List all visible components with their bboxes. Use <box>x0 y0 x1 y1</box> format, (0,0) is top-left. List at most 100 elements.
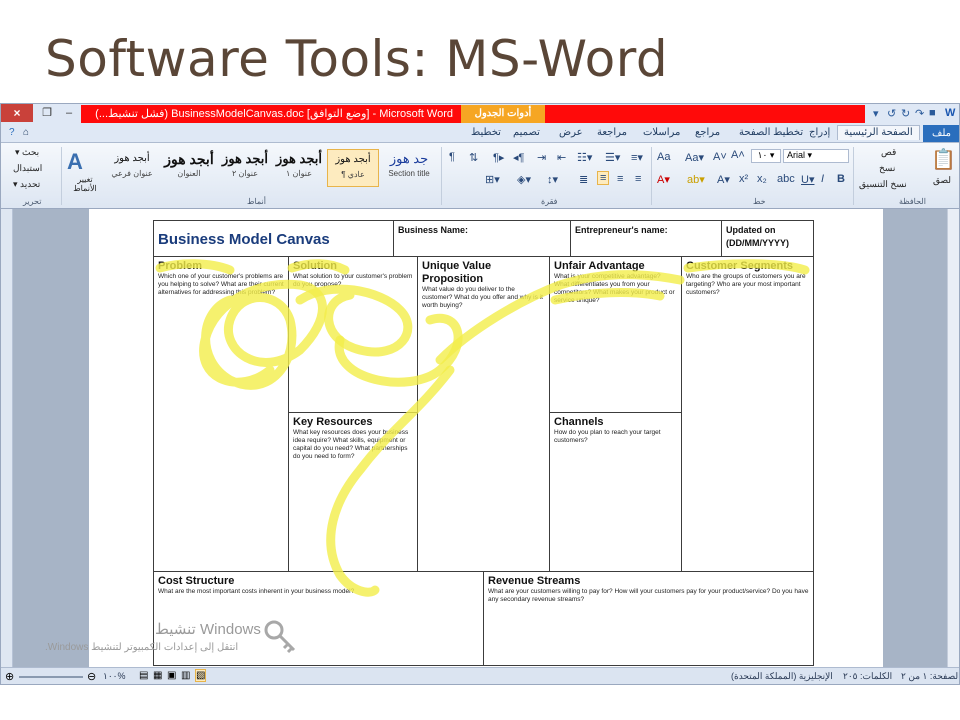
problem-cell[interactable]: Problem Which one of your customer's pro… <box>153 256 289 572</box>
tab-home[interactable]: الصفحة الرئيسية <box>837 125 920 140</box>
zoom-in-icon[interactable]: ⊕ <box>5 670 14 683</box>
tab-layout[interactable]: تخطيط <box>471 127 501 138</box>
outdent-icon[interactable]: ⇤ <box>557 151 566 164</box>
italic-icon[interactable]: I <box>821 173 824 185</box>
print-layout-icon[interactable]: ▧ <box>195 669 207 682</box>
redo-icon[interactable]: ↷ <box>915 107 924 120</box>
style-subtitle-preview: أبجد هوز <box>114 153 150 164</box>
minimize-icon[interactable]: – <box>59 106 79 120</box>
status-words[interactable]: الكلمات: ٢٠٥ <box>843 671 892 682</box>
business-name-cell[interactable]: Business Name: <box>393 220 571 257</box>
channels-cell[interactable]: Channels How do you plan to reach your t… <box>549 412 682 572</box>
customer-segments-cell[interactable]: Customer Segments Who are the groups of … <box>681 256 814 572</box>
select-button[interactable]: تحديد ▾ <box>13 179 40 190</box>
paragraph-group-label: فقرة <box>541 197 558 206</box>
paste-icon[interactable]: 📋 <box>931 147 956 172</box>
zoom-level[interactable]: %١٠٠ <box>103 671 126 682</box>
repeat-icon[interactable]: ↻ <box>901 107 910 120</box>
status-language[interactable]: الإنجليزية (المملكة المتحدة) <box>731 671 833 682</box>
paste-button[interactable]: لصق <box>933 175 951 186</box>
copy-button[interactable]: نسخ <box>879 163 895 174</box>
tab-review[interactable]: مراجعة <box>597 127 627 138</box>
line-spacing-icon[interactable]: ↕▾ <box>547 173 558 186</box>
font-name-select[interactable]: Arial ▾ <box>783 149 849 163</box>
updated-cell[interactable]: Updated on (DD/MM/YYYY) <box>721 220 814 257</box>
tab-references[interactable]: مراجع <box>695 127 720 138</box>
web-layout-icon[interactable]: ▣ <box>167 670 176 681</box>
underline-icon[interactable]: U▾ <box>801 173 814 186</box>
vertical-scrollbar[interactable] <box>947 209 959 667</box>
customize-icon[interactable]: ▾ <box>873 107 879 120</box>
tab-page-layout[interactable]: تخطيط الصفحة <box>739 127 803 138</box>
align-right-icon[interactable]: ≡ <box>597 171 610 185</box>
style-heading-1[interactable]: أبجد هوز عنوان ١ <box>273 149 325 187</box>
style-heading-2[interactable]: أبجد هوز عنوان ٢ <box>219 149 271 187</box>
strikethrough-icon[interactable]: abc <box>777 173 795 185</box>
tab-mailings[interactable]: مراسلات <box>643 127 680 138</box>
font-size-select[interactable]: ١٠ ▾ <box>751 149 781 163</box>
close-button[interactable]: × <box>1 104 33 122</box>
channels-text: How do you plan to reach your target cus… <box>554 429 661 444</box>
save-icon[interactable]: ■ <box>929 107 936 119</box>
clear-formatting-icon[interactable]: Aa <box>657 151 670 163</box>
superscript-icon[interactable]: x² <box>739 173 748 185</box>
tab-insert[interactable]: إدراج <box>809 127 830 138</box>
zoom-out-icon[interactable]: ⊖ <box>87 670 96 683</box>
minimize-ribbon-icon[interactable]: ⌂ <box>23 127 29 138</box>
subscript-icon[interactable]: x₂ <box>757 173 767 185</box>
shrink-font-icon[interactable]: A˅ <box>713 151 727 163</box>
text-effects-icon[interactable]: A▾ <box>717 173 730 186</box>
change-styles-button[interactable]: تغيير الأنماط <box>67 175 103 193</box>
uvp-cell[interactable]: Unique Value Proposition What value do y… <box>417 256 550 572</box>
bold-icon[interactable]: B <box>837 173 845 185</box>
draft-view-icon[interactable]: ▤ <box>139 670 148 681</box>
bullets-icon[interactable]: ≡▾ <box>631 151 643 164</box>
change-case-icon[interactable]: Aa▾ <box>685 151 704 164</box>
sort-icon[interactable]: ⇅ <box>469 151 478 164</box>
align-center-icon[interactable]: ≡ <box>617 173 623 185</box>
align-left-icon[interactable]: ≡ <box>635 173 641 185</box>
revenue-streams-cell[interactable]: Revenue Streams What are your customers … <box>483 571 814 666</box>
highlight-icon[interactable]: ab▾ <box>687 173 705 186</box>
numbering-icon[interactable]: ☰▾ <box>605 151 620 164</box>
borders-icon[interactable]: ⊞▾ <box>485 173 500 186</box>
style-title[interactable]: أبجد هوز العنوان <box>161 149 217 187</box>
key-resources-cell[interactable]: Key Resources What key resources does yo… <box>288 412 418 572</box>
unfair-advantage-cell[interactable]: Unfair Advantage What is your competitiv… <box>549 256 682 413</box>
zoom-slider[interactable] <box>19 676 83 678</box>
status-page[interactable]: الصفحة: ١ من ٢ <box>901 671 959 682</box>
show-marks-icon[interactable]: ¶ <box>449 151 455 163</box>
table-tools-context-tab[interactable]: أدوات الجدول <box>461 105 545 123</box>
rtl-icon[interactable]: ¶▸ <box>493 151 504 164</box>
title-bar-fill <box>545 105 865 123</box>
multilevel-list-icon[interactable]: ☷▾ <box>577 151 592 164</box>
solution-cell[interactable]: Solution What solution to your customer'… <box>288 256 418 413</box>
outline-view-icon[interactable]: ▦ <box>153 670 162 681</box>
reading-view-icon[interactable]: ▥ <box>181 670 190 681</box>
justify-icon[interactable]: ≣ <box>579 173 588 186</box>
shading-icon[interactable]: ◈▾ <box>517 173 531 186</box>
help-icon[interactable]: ? <box>9 127 15 138</box>
grow-font-icon[interactable]: A˄ <box>731 149 745 161</box>
style-section-title-label: Section title <box>388 169 430 178</box>
tab-file[interactable]: ملف <box>923 125 959 142</box>
style-normal[interactable]: أبجد هوز ¶ عادي <box>327 149 379 187</box>
ltr-icon[interactable]: ◂¶ <box>513 151 524 164</box>
style-section-title[interactable]: جد هوز Section title <box>381 149 437 187</box>
cut-button[interactable]: قص <box>881 147 896 158</box>
entrepreneur-cell[interactable]: Entrepreneur's name: <box>570 220 722 257</box>
ribbon-tabs: ? ⌂ تخطيط تصميم عرض مراجعة مراسلات مراجع… <box>1 124 959 143</box>
style-subtitle[interactable]: أبجد هوز عنوان فرعي <box>107 149 157 187</box>
tab-view[interactable]: عرض <box>559 127 583 138</box>
format-painter-button[interactable]: نسخ التنسيق <box>859 179 907 190</box>
canvas-title-cell[interactable]: Business Model Canvas <box>153 220 394 257</box>
replace-button[interactable]: استبدال <box>13 163 42 174</box>
indent-icon[interactable]: ⇥ <box>537 151 546 164</box>
group-separator <box>61 147 62 205</box>
tab-design[interactable]: تصميم <box>513 127 540 138</box>
restore-icon[interactable]: ❐ <box>37 106 57 120</box>
font-color-icon[interactable]: A▾ <box>657 173 670 186</box>
find-button[interactable]: بحث ▾ <box>15 147 39 158</box>
font-group-label: خط <box>753 197 766 206</box>
undo-icon[interactable]: ↺ <box>887 107 896 120</box>
